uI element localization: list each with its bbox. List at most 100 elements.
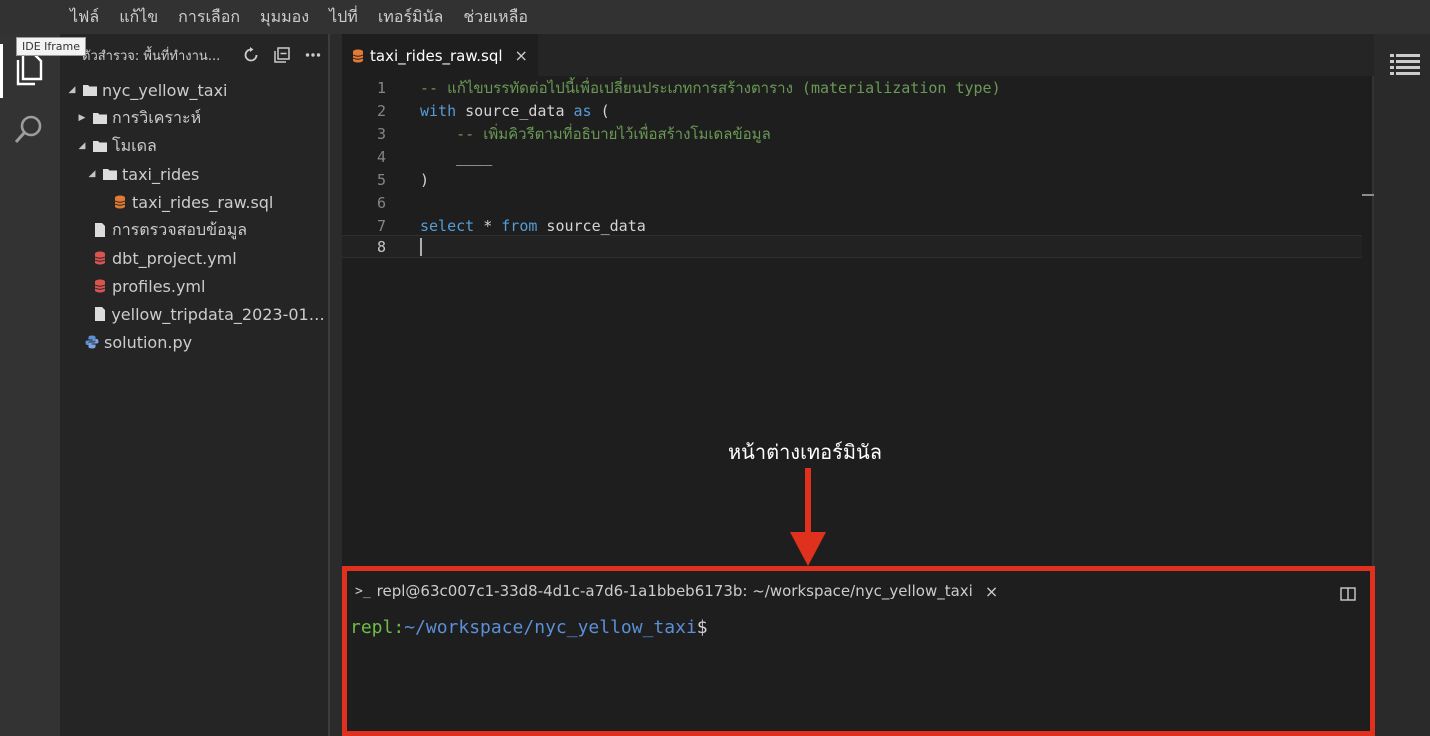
keyword-select: select xyxy=(420,216,475,235)
database-file-icon xyxy=(352,49,364,63)
explorer-sidebar: ตัวสำรวจ: พื้นที่ทำงาน... ◢ nyc_yellow_t… xyxy=(60,34,330,736)
terminal-output[interactable]: repl:~/workspace/nyc_yellow_taxi$ xyxy=(347,611,1370,638)
line-number: 2 xyxy=(376,101,386,120)
line-number: 3 xyxy=(376,124,386,143)
line-number: 8 xyxy=(376,237,386,256)
file-icon xyxy=(92,306,107,322)
code-comment: -- แก้ไขบรรทัดต่อไปนี้เพื่อเปลี่ยนประเภท… xyxy=(420,78,1001,97)
active-indicator xyxy=(0,44,3,98)
more-actions-icon[interactable] xyxy=(299,41,327,69)
folder-icon xyxy=(82,82,98,98)
tree-label: profiles.yml xyxy=(112,276,206,296)
tree-label: solution.py xyxy=(104,332,193,352)
chevron-down-icon: ◢ xyxy=(78,141,86,151)
punctuation: ( xyxy=(591,101,610,120)
code-line: 2 with source_data as ( xyxy=(342,99,1362,122)
annotation-arrow xyxy=(790,468,826,566)
line-number: 4 xyxy=(376,147,386,166)
overview-ruler-marker xyxy=(1362,194,1374,196)
menu-go[interactable]: ไปที่ xyxy=(319,0,368,34)
text-cursor xyxy=(420,237,422,256)
tree-folder-analysis[interactable]: ▶ การวิเคราะห์ xyxy=(60,104,330,132)
tree-file-solution-py[interactable]: solution.py xyxy=(60,328,330,356)
terminal-title[interactable]: repl@63c007c1-33d8-4d1c-a7d6-1a1bbeb6173… xyxy=(377,582,973,600)
terminal-panel[interactable]: >_ repl@63c007c1-33d8-4d1c-a7d6-1a1bbeb6… xyxy=(342,566,1375,736)
annotation-label: หน้าต่างเทอร์มินัล xyxy=(728,440,882,464)
line-number: 6 xyxy=(376,193,386,212)
tree-folder-models[interactable]: ◢ โมเดล xyxy=(60,132,330,160)
tree-folder-data-tests[interactable]: การตรวจสอบข้อมูล xyxy=(60,216,330,244)
keyword-as: as xyxy=(573,101,592,120)
activity-bar: IDE Iframe xyxy=(0,34,87,736)
explorer-title: ตัวสำรวจ: พื้นที่ทำงาน... xyxy=(82,48,221,64)
terminal-prompt-symbol: $ xyxy=(696,617,708,638)
code-line: 7 select * from source_data xyxy=(342,214,1362,237)
identifier: source_data xyxy=(537,216,646,235)
line-number: 5 xyxy=(376,170,386,189)
chevron-right-icon: ▶ xyxy=(78,113,86,123)
line-number: 1 xyxy=(376,78,386,97)
yml-file-icon xyxy=(92,250,108,266)
code-line: 1 -- แก้ไขบรรทัดต่อไปนี้เพื่อเปลี่ยนประเ… xyxy=(342,76,1362,99)
editor-tabs: taxi_rides_raw.sql × xyxy=(342,34,1374,76)
menu-selection[interactable]: การเลือก xyxy=(168,0,250,34)
identifier: source_data xyxy=(456,101,574,120)
menu-bar: ไฟล์ แก้ไข การเลือก มุมมอง ไปที่ เทอร์มิ… xyxy=(0,0,1430,34)
terminal-user: repl: xyxy=(350,617,405,638)
line-number: 7 xyxy=(376,216,386,235)
sidebar-sash[interactable] xyxy=(330,34,342,736)
tree-file-yellow-tripdata[interactable]: yellow_tripdata_2023-01-p... xyxy=(60,300,330,328)
code-line: 6 xyxy=(342,191,1362,214)
right-panel xyxy=(1374,34,1430,736)
tree-label: โมเดล xyxy=(112,135,157,155)
menu-file[interactable]: ไฟล์ xyxy=(60,0,109,34)
tree-label: การตรวจสอบข้อมูล xyxy=(112,219,248,239)
python-file-icon xyxy=(84,334,100,350)
tab-taxi-rides-raw-sql[interactable]: taxi_rides_raw.sql × xyxy=(342,34,538,76)
menu-view[interactable]: มุมมอง xyxy=(250,0,319,34)
yml-file-icon xyxy=(92,278,108,294)
code-line: 5 ) xyxy=(342,168,1362,191)
code-line: 3 -- เพิ่มคิวรีตามที่อธิบายไว้เพื่อสร้าง… xyxy=(342,122,1362,145)
file-icon xyxy=(92,222,108,238)
tree-folder-nyc-yellow-taxi[interactable]: ◢ nyc_yellow_taxi xyxy=(60,76,330,104)
iframe-tooltip: IDE Iframe xyxy=(16,37,87,56)
tree-folder-taxi-rides[interactable]: ◢ taxi_rides xyxy=(60,160,330,188)
collapse-all-icon[interactable] xyxy=(268,41,296,69)
code-text: select * from source_data xyxy=(420,217,646,235)
menu-terminal[interactable]: เทอร์มินัล xyxy=(368,0,454,34)
terminal-header: >_ repl@63c007c1-33d8-4d1c-a7d6-1a1bbeb6… xyxy=(347,571,1370,611)
tree-file-dbt-project-yml[interactable]: dbt_project.yml xyxy=(60,244,330,272)
menu-help[interactable]: ช่วยเหลือ xyxy=(453,0,538,34)
code-line: 4 ____ xyxy=(342,145,1362,168)
folder-icon xyxy=(102,166,118,182)
code-blank-placeholder: ____ xyxy=(420,147,493,166)
tree-label: taxi_rides_raw.sql xyxy=(132,192,274,212)
tree-label: yellow_tripdata_2023-01-p... xyxy=(111,304,330,324)
search-icon[interactable] xyxy=(10,110,48,148)
code-text: ) xyxy=(420,170,430,189)
terminal-icon: >_ xyxy=(355,583,371,599)
code-comment: -- เพิ่มคิวรีตามที่อธิบายไว้เพื่อสร้างโม… xyxy=(420,124,771,143)
code-text: with source_data as ( xyxy=(420,102,610,120)
database-file-icon xyxy=(112,194,128,210)
tree-file-profiles-yml[interactable]: profiles.yml xyxy=(60,272,330,300)
menu-edit[interactable]: แก้ไข xyxy=(109,0,168,34)
close-icon[interactable]: × xyxy=(515,46,528,65)
folder-icon xyxy=(92,138,108,154)
list-icon[interactable] xyxy=(1390,54,1420,80)
explorer-header: ตัวสำรวจ: พื้นที่ทำงาน... xyxy=(60,34,330,76)
tree-label: การวิเคราะห์ xyxy=(112,107,202,127)
chevron-down-icon: ◢ xyxy=(68,85,76,95)
operator: * xyxy=(474,216,502,235)
code-line-current: 8 xyxy=(342,235,1362,258)
split-panel-icon[interactable] xyxy=(1340,587,1356,605)
refresh-icon[interactable] xyxy=(237,41,265,69)
keyword-with: with xyxy=(420,101,457,120)
tab-label: taxi_rides_raw.sql xyxy=(370,46,503,65)
tree-label: nyc_yellow_taxi xyxy=(102,80,228,100)
tree-label: taxi_rides xyxy=(122,164,200,184)
close-icon[interactable]: × xyxy=(985,582,998,601)
code-editor[interactable]: 1 -- แก้ไขบรรทัดต่อไปนี้เพื่อเปลี่ยนประเ… xyxy=(342,76,1374,566)
tree-file-taxi-rides-raw-sql[interactable]: taxi_rides_raw.sql xyxy=(60,188,330,216)
